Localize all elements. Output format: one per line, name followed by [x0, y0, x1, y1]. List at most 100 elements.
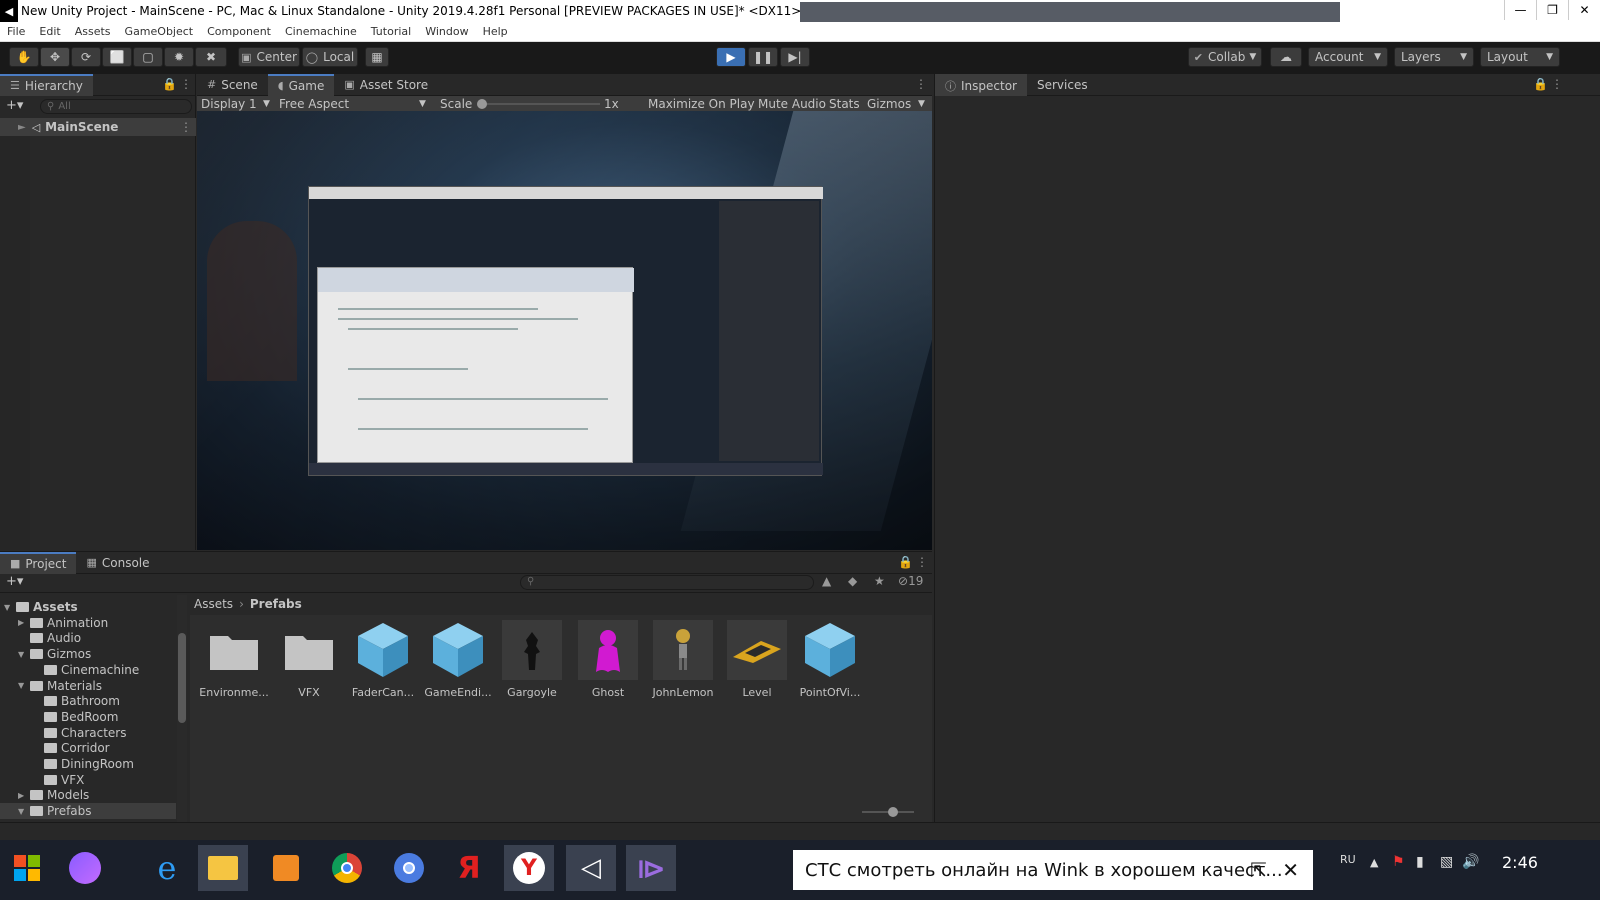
tray-overflow-icon[interactable]: ▲ [1370, 856, 1378, 869]
language-indicator[interactable]: RU [1340, 853, 1356, 866]
restore-button[interactable]: ❐ [1536, 0, 1568, 20]
tree-scrollbar[interactable] [177, 595, 187, 823]
close-button[interactable]: ✕ [1568, 0, 1600, 20]
unity-taskbar-icon[interactable]: ◁ [566, 845, 616, 891]
tree-item[interactable]: DiningRoom [0, 756, 176, 772]
kebab-menu-icon[interactable]: ⋮ [916, 555, 928, 569]
mute-audio-toggle[interactable]: Mute Audio [758, 97, 826, 111]
tab-asset-store[interactable]: ▣ Asset Store [334, 74, 438, 96]
breadcrumb-prefabs[interactable]: Prefabs [250, 597, 302, 611]
gizmos-toggle[interactable]: Gizmos [867, 97, 911, 111]
layout-dropdown[interactable]: Layout ▼ [1480, 47, 1560, 67]
asset-item[interactable]: FaderCan... [348, 620, 418, 699]
tab-project[interactable]: ■ Project [0, 551, 77, 574]
chevron-down-icon[interactable]: ▼ [4, 603, 16, 612]
filter-type-icon[interactable]: ▲ [822, 574, 831, 588]
scale-slider-handle[interactable] [477, 99, 487, 109]
tree-item[interactable]: Cinemachine [0, 662, 176, 678]
lock-icon[interactable]: 🔒 [162, 77, 177, 91]
tree-item[interactable]: ▼ Prefabs [0, 803, 176, 820]
grid-snap-icon[interactable]: ▦ [365, 47, 389, 67]
pause-button[interactable]: ❚❚ [748, 47, 778, 67]
asset-item[interactable]: VFX [274, 620, 344, 699]
lock-icon[interactable]: 🔒 [1533, 77, 1548, 91]
asset-item[interactable]: Level [722, 620, 792, 699]
close-icon[interactable]: ✕ [1282, 858, 1299, 882]
kebab-menu-icon[interactable]: ⋮ [915, 77, 927, 91]
zoom-slider-handle[interactable] [888, 807, 898, 817]
asset-item[interactable]: JohnLemon [648, 620, 718, 699]
game-render-canvas[interactable] [197, 111, 932, 550]
tree-item[interactable]: ▼ Materials [0, 678, 176, 694]
media-player-icon[interactable] [261, 845, 311, 891]
asset-item[interactable]: GameEndi... [423, 620, 493, 699]
chevron-down-icon[interactable]: ▼ [18, 681, 30, 690]
tree-item[interactable]: ▶ Models [0, 787, 176, 803]
chrome-alt-icon[interactable] [384, 845, 434, 891]
favorite-star-icon[interactable]: ★ [874, 574, 885, 588]
hand-tool-icon[interactable]: ✋ [9, 47, 39, 67]
menu-gameobject[interactable]: GameObject [118, 25, 201, 38]
maximize-on-play-toggle[interactable]: Maximize On Play [648, 97, 755, 111]
open-external-icon[interactable]: ⇱ [1250, 858, 1267, 882]
tree-item[interactable]: Corridor [0, 740, 176, 756]
tray-volume-icon[interactable]: 🔊 [1462, 854, 1479, 870]
menu-component[interactable]: Component [200, 25, 278, 38]
kebab-menu-icon[interactable]: ⋮ [180, 77, 192, 91]
pivot-local-button[interactable]: ◯ Local [302, 47, 358, 67]
menu-cinemachine[interactable]: Cinemachine [278, 25, 364, 38]
tree-item[interactable]: ▶ Animation [0, 615, 176, 631]
layers-dropdown[interactable]: Layers ▼ [1394, 47, 1474, 67]
tree-item[interactable]: BedRoom [0, 709, 176, 725]
menu-assets[interactable]: Assets [68, 25, 118, 38]
scene-row-mainscene[interactable]: ► ◁ MainScene ⋮ [0, 118, 196, 136]
aspect-dropdown[interactable]: Free Aspect [279, 97, 349, 111]
yandex-icon[interactable]: Я [444, 845, 494, 891]
tray-battery-icon[interactable]: ▮ [1416, 854, 1424, 870]
asset-item[interactable]: PointOfVi... [795, 620, 865, 699]
lock-icon[interactable]: 🔒 [898, 555, 913, 569]
cloud-icon[interactable]: ☁ [1270, 47, 1302, 67]
create-add-icon[interactable]: +▾ [6, 98, 23, 113]
tab-scene[interactable]: # Scene [197, 74, 268, 96]
tree-item[interactable]: ▼ Gizmos [0, 646, 176, 662]
tree-item[interactable]: VFX [0, 772, 176, 788]
asset-item[interactable]: Ghost [573, 620, 643, 699]
label-tag-icon[interactable]: ◆ [848, 574, 857, 588]
alice-assistant-icon[interactable] [60, 845, 110, 891]
tab-services[interactable]: Services [1027, 74, 1098, 96]
kebab-menu-icon[interactable]: ⋮ [180, 120, 192, 134]
tab-console[interactable]: ▦ Console [76, 552, 159, 574]
scale-tool-icon[interactable]: ⬜ [102, 47, 132, 67]
chevron-right-icon[interactable]: ▶ [18, 791, 30, 800]
tree-scrollbar-thumb[interactable] [178, 633, 186, 723]
chrome-icon[interactable] [322, 845, 372, 891]
menu-tutorial[interactable]: Tutorial [364, 25, 418, 38]
play-button[interactable]: ▶ [716, 47, 746, 67]
visibility-icon[interactable]: ► [18, 122, 26, 133]
rotate-tool-icon[interactable]: ⟳ [71, 47, 101, 67]
tree-item[interactable]: Audio [0, 630, 176, 646]
asset-item[interactable]: Environme... [199, 620, 269, 699]
tab-hierarchy[interactable]: ☰ Hierarchy [0, 73, 93, 96]
internet-explorer-icon[interactable]: e [142, 845, 192, 891]
project-search-input[interactable]: ⚲ [520, 575, 814, 590]
visual-studio-icon[interactable]: ⧐ [626, 845, 676, 891]
file-explorer-icon[interactable] [198, 845, 248, 891]
chevron-down-icon[interactable]: ▼ [18, 650, 30, 659]
chevron-down-icon[interactable]: ▼ [18, 807, 30, 816]
stats-toggle[interactable]: Stats [829, 97, 860, 111]
menu-file[interactable]: File [0, 25, 32, 38]
menu-window[interactable]: Window [418, 25, 475, 38]
step-button[interactable]: ▶| [780, 47, 810, 67]
scale-slider-track[interactable] [480, 103, 600, 105]
transform-tool-icon[interactable]: ✹ [164, 47, 194, 67]
asset-item[interactable]: Gargoyle [497, 620, 567, 699]
tray-flag-icon[interactable]: ⚑ [1392, 854, 1405, 870]
account-dropdown[interactable]: Account ▼ [1308, 47, 1388, 67]
tab-game[interactable]: ◖ Game [267, 73, 335, 96]
tab-inspector[interactable]: ⓘ Inspector [935, 73, 1027, 96]
tree-item[interactable]: Bathroom [0, 693, 176, 709]
collab-button[interactable]: ✔ Collab ▼ [1188, 47, 1262, 67]
move-tool-icon[interactable]: ✥ [40, 47, 70, 67]
